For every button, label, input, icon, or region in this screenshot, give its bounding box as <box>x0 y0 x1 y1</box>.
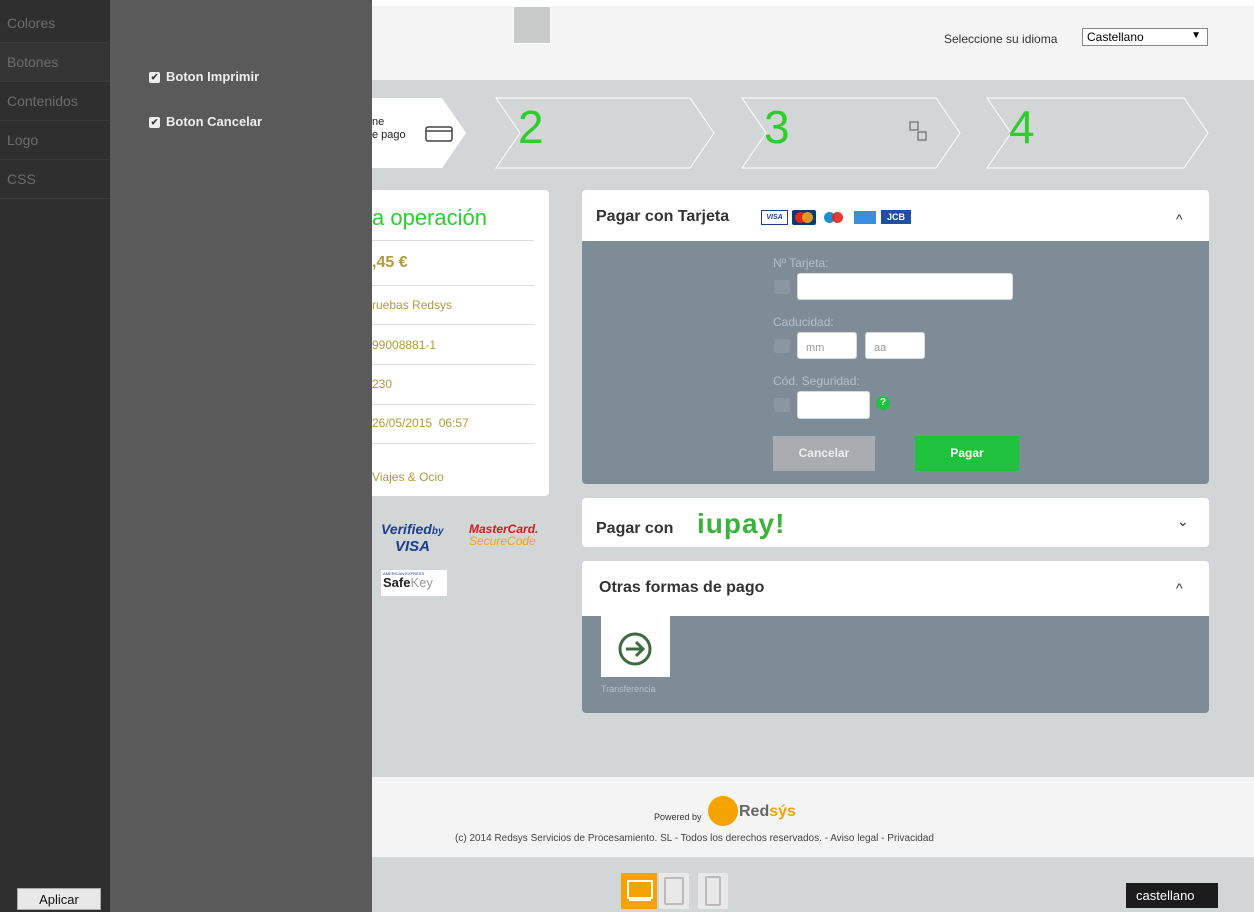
language-select[interactable]: Castellano ▼ <box>1082 28 1208 46</box>
apply-button[interactable]: Aplicar <box>17 888 101 910</box>
transfer-label: Transferencia <box>601 684 656 694</box>
menu-item-botones[interactable]: Botones <box>0 43 110 82</box>
date-value: 26/05/2015 06:57 <box>372 416 469 430</box>
language-label: Seleccione su idioma <box>944 32 1058 46</box>
other-methods-body <box>582 616 1209 713</box>
terminal-value: 99008881-1 <box>372 338 437 352</box>
transfer-option[interactable] <box>601 616 670 677</box>
step1-label: ne e pago <box>372 116 406 141</box>
amex-icon <box>854 211 876 224</box>
chevron-down-icon[interactable]: ⌄ <box>1177 513 1189 530</box>
step-number-2: 2 <box>518 101 544 153</box>
divider <box>372 285 534 286</box>
lock-icon <box>774 398 790 412</box>
pay-button[interactable]: Pagar <box>915 436 1019 471</box>
editor-panel <box>110 0 372 912</box>
language-button[interactable]: castellano <box>1126 883 1218 908</box>
amount-value: ,45 € <box>372 254 408 271</box>
menu-item-logo[interactable]: Logo <box>0 121 110 160</box>
copyright-text: (c) 2014 Redsys Servicios de Procesamien… <box>455 833 828 844</box>
mastercard-icon <box>792 210 816 225</box>
step-number-4: 4 <box>1009 101 1035 153</box>
redsys-logo: Redsýs <box>739 803 796 820</box>
calendar-icon <box>774 339 790 353</box>
card-number-input[interactable] <box>797 273 1013 300</box>
desktop-view-button[interactable] <box>621 873 657 909</box>
expiry-year-input[interactable]: aa <box>865 332 925 359</box>
expiry-label: Caducidad: <box>773 315 834 329</box>
help-icon[interactable]: ? <box>876 396 890 410</box>
card-number-icon <box>774 280 790 294</box>
expiry-month-input[interactable]: mm <box>797 332 857 359</box>
divider <box>372 240 534 241</box>
divider <box>372 404 534 405</box>
print-button-checkbox[interactable]: ✔ Boton Imprimir <box>149 69 259 84</box>
safekey-logo: AMERICAN EXPRESS SafeKey <box>381 570 447 596</box>
order-value: 230 <box>372 377 393 391</box>
chevron-up-icon[interactable]: ^ <box>1176 211 1183 227</box>
steps-icon <box>909 121 919 131</box>
description-value: Viajes & Ocio <box>372 470 444 484</box>
operation-title: a operación <box>372 205 487 230</box>
monitor-icon <box>627 880 653 899</box>
menu-item-colores[interactable]: Colores <box>0 4 110 43</box>
merchant-value: ruebas Redsys <box>372 298 453 312</box>
card-payment-title: Pagar con Tarjeta <box>596 208 730 225</box>
language-select-value: Castellano <box>1087 30 1144 44</box>
print-button-label: Boton Imprimir <box>166 69 260 84</box>
cvv-input[interactable] <box>797 391 870 419</box>
checkbox-checked-icon[interactable]: ✔ <box>149 72 160 83</box>
window-icon <box>513 6 551 44</box>
date-text: 26/05/2015 <box>372 416 433 430</box>
checkbox-checked-icon[interactable]: ✔ <box>149 117 160 128</box>
cvv-label: Cód. Seguridad: <box>773 374 860 388</box>
steps-bar <box>372 97 1209 169</box>
tablet-view-button[interactable] <box>659 873 689 909</box>
visa-icon: VISA <box>761 210 788 225</box>
privacy-link[interactable]: Privacidad <box>887 833 934 844</box>
card-number-label: Nº Tarjeta: <box>773 256 829 270</box>
powered-by-text: Powered by <box>654 812 702 822</box>
mastercard-securecode-logo: MasterCard. SecureCode <box>469 522 539 548</box>
step-number-3: 3 <box>764 101 790 153</box>
mobile-view-button[interactable] <box>698 873 728 909</box>
divider <box>372 324 534 325</box>
iupay-logo: iupay! <box>697 508 786 539</box>
divider <box>372 364 534 365</box>
time-text: 06:57 <box>438 416 469 430</box>
jcb-icon: JCB <box>881 210 911 224</box>
menu-item-contenidos[interactable]: Contenidos <box>0 82 110 121</box>
verified-by-visa-logo: Verifiedby VISA <box>381 521 444 555</box>
tablet-icon <box>664 877 684 905</box>
chevron-down-icon: ▼ <box>1191 30 1201 41</box>
menu-item-css[interactable]: CSS <box>0 160 110 199</box>
cancel-button[interactable]: Cancelar <box>773 436 875 471</box>
other-methods-title: Otras formas de pago <box>599 579 765 596</box>
cancel-button-label: Boton Cancelar <box>166 114 263 129</box>
iupay-title: Pagar con <box>596 520 674 537</box>
arrow-right-circle-icon <box>618 632 652 666</box>
maestro-icon <box>824 210 846 225</box>
iupay-section[interactable] <box>582 498 1209 547</box>
cancel-button-checkbox[interactable]: ✔ Boton Cancelar <box>149 114 262 129</box>
chevron-up-icon[interactable]: ^ <box>1176 580 1183 596</box>
redsys-logo-icon <box>708 796 738 826</box>
divider <box>372 443 534 444</box>
legal-link[interactable]: Aviso legal <box>830 833 878 844</box>
phone-icon <box>705 876 721 906</box>
copyright-line: (c) 2014 Redsys Servicios de Procesamien… <box>455 833 934 844</box>
